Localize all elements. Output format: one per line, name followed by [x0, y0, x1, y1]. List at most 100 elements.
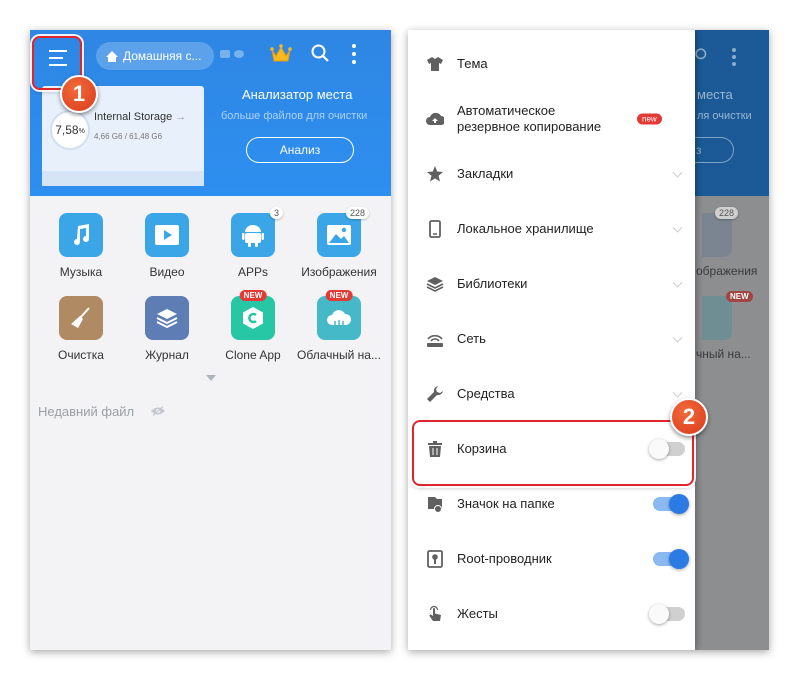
- gestures-toggle[interactable]: [649, 603, 685, 624]
- dimmed-subtitle-text: ля очистки: [697, 110, 752, 122]
- grid-label: APPs: [237, 265, 268, 279]
- drawer-label: Локальное хранилище: [457, 220, 594, 236]
- grid-item-clone-app[interactable]: NEW Clone App: [210, 290, 296, 362]
- more-options-icon[interactable]: [351, 44, 357, 64]
- recent-files-label: Недавний файл: [38, 404, 135, 419]
- grid-item-apps[interactable]: 3 APPs: [210, 207, 296, 279]
- drawer-label: Сеть: [457, 330, 486, 346]
- drawer-item-auto-backup[interactable]: Автоматическое резервное копирование new: [408, 91, 695, 146]
- grid-label: Видео: [149, 265, 185, 279]
- dimmed-search-icon: [695, 48, 707, 60]
- grid-item-images[interactable]: 228 Изображения: [296, 207, 382, 279]
- storage-size: 4,66 G6 / 61,48 G6: [94, 132, 163, 141]
- window-icon[interactable]: [220, 50, 230, 58]
- analyze-button[interactable]: Анализ: [246, 137, 354, 163]
- star-icon: [427, 165, 443, 181]
- grid-label: Изображения: [301, 265, 377, 279]
- grid-label: Clone App: [225, 348, 281, 362]
- breadcrumb-home[interactable]: Домашняя с...: [96, 42, 214, 70]
- count-badge: 3: [269, 207, 283, 219]
- drawer-label: Средства: [457, 385, 515, 401]
- dimmed-cloud-label: чный на...: [696, 347, 751, 361]
- drawer-label: Библиотеки: [457, 275, 528, 291]
- drawer-item-bookmarks[interactable]: Закладки: [408, 146, 695, 201]
- navigation-drawer: Тема Автоматическое резервное копировани…: [408, 30, 695, 650]
- chevron-down-icon: [672, 332, 683, 343]
- grid-item-video[interactable]: Видео: [124, 213, 210, 279]
- step2-badge: 2: [670, 398, 708, 436]
- cloud-backup-icon: [426, 112, 444, 125]
- android-icon: 3: [231, 207, 283, 257]
- drawer-item-root-explorer[interactable]: Root-проводник: [408, 531, 695, 586]
- dimmed-more-icon: [732, 48, 736, 66]
- arrow-right-icon: →: [175, 111, 187, 123]
- wrench-icon: [427, 385, 443, 402]
- broom-icon: [59, 296, 103, 340]
- analyzer-subtitle: больше файлов для очистки: [221, 110, 368, 122]
- dimmed-image-tile: [702, 213, 732, 257]
- drawer-item-theme[interactable]: Тема: [408, 36, 695, 91]
- root-explorer-toggle[interactable]: [653, 548, 689, 569]
- folder-badge-toggle[interactable]: [653, 493, 689, 514]
- drawer-label: Автоматическое резервное копирование: [457, 102, 602, 134]
- storage-percent: 7,58%: [50, 110, 90, 150]
- dimmed-new-badge: NEW: [726, 291, 753, 302]
- crown-icon[interactable]: [270, 44, 292, 64]
- folder-badge-icon: [428, 496, 442, 513]
- grid-label: Журнал: [145, 348, 189, 362]
- grid-label: Музыка: [59, 265, 103, 279]
- expand-arrow-icon[interactable]: [206, 375, 216, 381]
- drawer-label: Закладки: [457, 165, 514, 181]
- image-icon: 228: [317, 207, 369, 257]
- grid-label: Очистка: [58, 348, 104, 362]
- video-icon: [145, 213, 189, 257]
- drawer-item-tools[interactable]: Средства: [408, 366, 695, 421]
- drawer-label: Жесты: [457, 605, 498, 621]
- left-phone-screen: Домашняя с... 7,58% Internal Storage → 4,…: [30, 30, 391, 650]
- cloud-icon: NEW: [317, 290, 361, 340]
- network-icon: [427, 334, 443, 347]
- clone-icon: NEW: [231, 290, 275, 340]
- new-badge: NEW: [325, 290, 353, 301]
- drawer-label: Значок на папке: [457, 495, 555, 511]
- drawer-label: Root-проводник: [457, 550, 552, 566]
- dimmed-cloud-tile: [702, 296, 732, 340]
- drawer-item-gestures[interactable]: Жесты: [408, 586, 695, 641]
- root-icon: [427, 549, 443, 568]
- dimmed-count-badge: 228: [715, 207, 739, 219]
- music-icon: [59, 213, 103, 257]
- dimmed-analyzer-text: места: [697, 87, 733, 102]
- step2-highlight: [412, 420, 694, 486]
- grid-item-journal[interactable]: Журнал: [124, 296, 210, 362]
- grid-label: Облачный на...: [297, 348, 381, 362]
- count-badge: 228: [345, 207, 369, 219]
- phone-icon: [429, 219, 441, 238]
- step1-badge: 1: [60, 75, 98, 113]
- grid-item-music[interactable]: Музыка: [38, 213, 124, 279]
- right-phone-screen: места ля очистки з 228 ображения NEW чны…: [408, 30, 769, 650]
- gesture-icon: [429, 605, 441, 621]
- drawer-item-network[interactable]: Сеть: [408, 311, 695, 366]
- dimmed-toolbar: [695, 48, 769, 68]
- chevron-down-icon: [672, 277, 683, 288]
- dimmed-analyze-button: з: [690, 137, 734, 163]
- grid-item-cloud[interactable]: NEW Облачный на...: [296, 290, 382, 362]
- chevron-down-icon: [672, 167, 683, 178]
- search-icon[interactable]: [311, 44, 329, 62]
- drawer-item-libraries[interactable]: Библиотеки: [408, 256, 695, 311]
- dimmed-images-label: ображения: [696, 264, 758, 278]
- new-tag: new: [637, 113, 662, 124]
- home-icon: [106, 50, 118, 62]
- drawer-label: Тема: [457, 55, 488, 71]
- journal-icon: [145, 296, 189, 340]
- eye-hidden-icon[interactable]: [150, 406, 166, 416]
- drawer-item-local-storage[interactable]: Локальное хранилище: [408, 201, 695, 256]
- layers-icon: [426, 276, 444, 292]
- cloud-small-icon[interactable]: [234, 50, 244, 58]
- new-badge: NEW: [239, 290, 267, 301]
- storage-title: Internal Storage →: [94, 111, 187, 123]
- grid-item-cleaner[interactable]: Очистка: [38, 296, 124, 362]
- shirt-icon: [427, 56, 443, 71]
- header-bar: Домашняя с... 7,58% Internal Storage → 4,…: [30, 30, 391, 196]
- analyzer-title: Анализатор места: [242, 87, 353, 102]
